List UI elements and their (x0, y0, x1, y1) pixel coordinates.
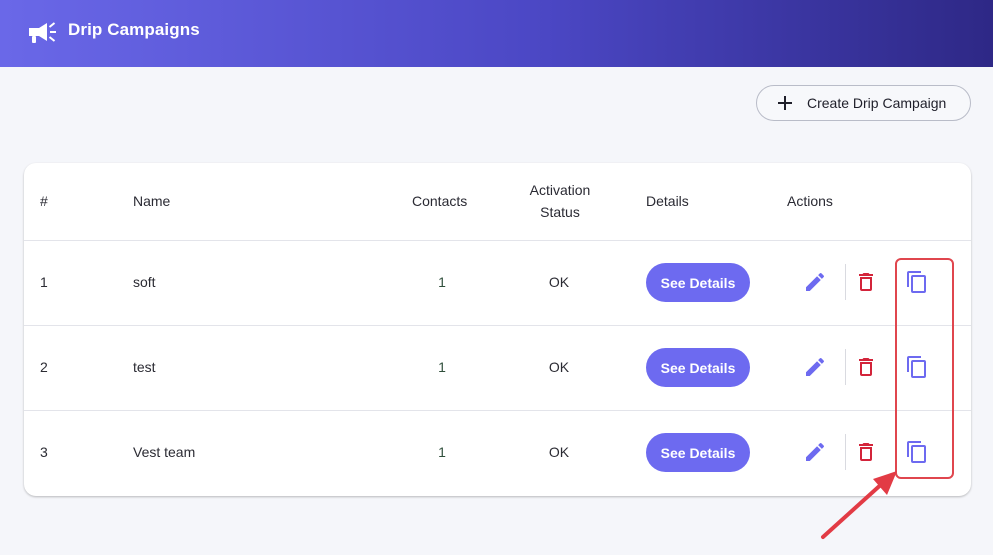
row-status: OK (548, 274, 570, 290)
row-contacts: 1 (438, 359, 446, 375)
create-drip-campaign-label: Create Drip Campaign (807, 95, 947, 111)
header-index: # (40, 193, 48, 209)
header-activation-status: Activation Status (505, 179, 615, 223)
page-title: Drip Campaigns (68, 20, 200, 39)
annotation-arrow-icon (821, 471, 897, 539)
delete-trash-icon[interactable] (854, 440, 878, 464)
see-details-button[interactable]: See Details (646, 263, 750, 302)
duplicate-column-highlight (895, 258, 954, 479)
edit-pencil-icon[interactable] (803, 355, 827, 379)
see-details-button[interactable]: See Details (646, 433, 750, 472)
header-status-line1: Activation (529, 182, 591, 198)
header-status-line2: Status (540, 204, 580, 220)
row-index: 3 (40, 444, 48, 460)
see-details-button[interactable]: See Details (646, 348, 750, 387)
row-divider (24, 325, 971, 326)
header-actions: Actions (787, 193, 833, 209)
row-status: OK (548, 359, 570, 375)
row-name: soft (133, 274, 156, 290)
plus-icon (778, 96, 792, 110)
action-divider (845, 349, 846, 385)
action-divider (845, 264, 846, 300)
row-name: Vest team (133, 444, 196, 460)
edit-pencil-icon[interactable] (803, 270, 827, 294)
header-name: Name (133, 193, 171, 209)
row-divider (24, 410, 971, 411)
row-contacts: 1 (438, 444, 446, 460)
row-contacts: 1 (438, 274, 446, 290)
edit-pencil-icon[interactable] (803, 440, 827, 464)
row-name: test (133, 359, 156, 375)
app-header: Drip Campaigns (0, 0, 993, 67)
row-index: 2 (40, 359, 48, 375)
row-index: 1 (40, 274, 48, 290)
header-contacts: Contacts (412, 193, 468, 209)
header-divider (24, 240, 971, 241)
create-drip-campaign-button[interactable]: Create Drip Campaign (756, 85, 971, 121)
header-details: Details (646, 193, 689, 209)
row-status: OK (548, 444, 570, 460)
megaphone-icon (29, 22, 56, 43)
delete-trash-icon[interactable] (854, 270, 878, 294)
campaigns-table: # Name Contacts Activation Status Detail… (24, 163, 971, 496)
delete-trash-icon[interactable] (854, 355, 878, 379)
